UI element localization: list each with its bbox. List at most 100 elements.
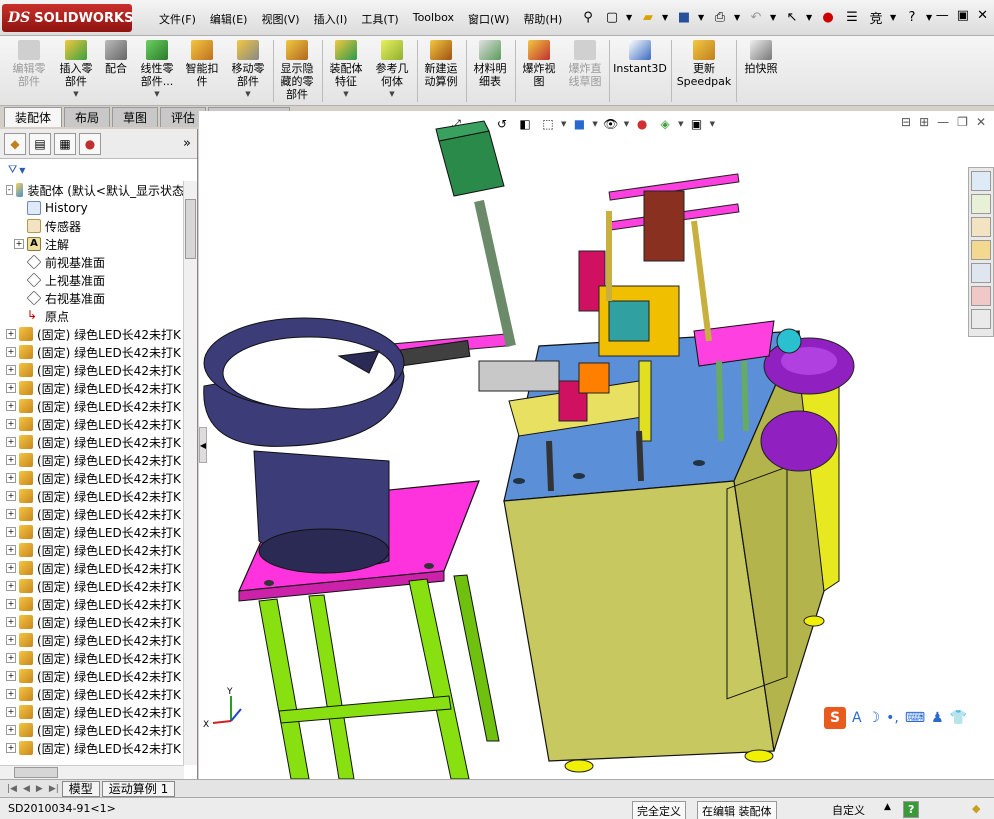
expand-icon[interactable]: +: [6, 509, 16, 519]
instant3d-button[interactable]: Instant3D: [612, 40, 668, 75]
ime-keyboard-icon[interactable]: ⌨: [905, 710, 925, 726]
tab-sketch[interactable]: 草图: [112, 107, 159, 127]
tab-layout[interactable]: 布局: [64, 107, 111, 127]
restore-icon[interactable]: ▣: [957, 8, 969, 23]
sogou-logo-icon[interactable]: S: [824, 707, 846, 729]
tree-item-part[interactable]: + (固定) 绿色LED长42未打K: [0, 523, 184, 541]
chevron-down-icon[interactable]: ▼: [698, 13, 706, 22]
chevron-down-icon[interactable]: ▼: [770, 13, 778, 22]
expand-icon[interactable]: +: [6, 437, 16, 447]
last-tab-icon[interactable]: ▶|: [46, 784, 62, 794]
next-tab-icon[interactable]: ▶: [33, 784, 46, 794]
tree-item-part[interactable]: + (固定) 绿色LED长42未打K: [0, 541, 184, 559]
tree-item-part[interactable]: + (固定) 绿色LED长42未打K: [0, 415, 184, 433]
expand-icon[interactable]: +: [6, 401, 16, 411]
ime-punct-icon[interactable]: •,: [886, 710, 899, 726]
expand-icon[interactable]: +: [6, 473, 16, 483]
chevron-down-icon[interactable]: ▼: [626, 13, 634, 22]
filter-funnel-icon[interactable]: ⛛: [8, 163, 17, 177]
ime-mode-icon[interactable]: A: [852, 710, 862, 726]
tree-item-part[interactable]: + (固定) 绿色LED长42未打K: [0, 433, 184, 451]
expand-icon[interactable]: +: [6, 581, 16, 591]
tree-item-part[interactable]: + (固定) 绿色LED长42未打K: [0, 649, 184, 667]
chevron-down-icon[interactable]: ▼: [343, 88, 348, 101]
ime-user-icon[interactable]: ♟: [931, 710, 944, 726]
tree-item-part[interactable]: + (固定) 绿色LED长42未打K: [0, 739, 184, 757]
assembly-features-button[interactable]: 装配体 特征 ▼: [324, 40, 368, 101]
chevron-up-icon[interactable]: ▲: [880, 801, 895, 813]
property-manager-tab-icon[interactable]: ▤: [29, 132, 51, 155]
chevron-down-icon[interactable]: ▼: [890, 13, 898, 22]
help-icon[interactable]: ?: [903, 801, 920, 818]
tree-item-sensors[interactable]: 传感器: [0, 217, 184, 235]
expand-icon[interactable]: +: [6, 707, 16, 717]
menu-insert[interactable]: 插入(I): [307, 11, 355, 27]
tree-item-top-plane[interactable]: 上视基准面: [0, 271, 184, 289]
tree-item-part[interactable]: + (固定) 绿色LED长42未打K: [0, 559, 184, 577]
expand-icon[interactable]: +: [6, 671, 16, 681]
menu-toolbox[interactable]: Toolbox: [406, 11, 461, 27]
configuration-manager-tab-icon[interactable]: ▦: [54, 132, 76, 155]
expand-icon[interactable]: +: [6, 365, 16, 375]
select-arrow-icon[interactable]: ↖: [782, 6, 802, 28]
print-icon[interactable]: ⎙: [710, 6, 730, 28]
move-component-button[interactable]: 移动零 部件 ▼: [226, 40, 270, 101]
tree-root-assembly[interactable]: - 装配体 (默认<默认_显示状态: [0, 181, 184, 199]
scrollbar-thumb[interactable]: [14, 767, 58, 778]
chevron-down-icon[interactable]: ▼: [806, 13, 814, 22]
expand-icon[interactable]: +: [6, 527, 16, 537]
chevron-down-icon[interactable]: ▼: [73, 88, 78, 101]
show-hidden-components-button[interactable]: 显示隐 藏的零 部件: [276, 40, 318, 101]
expand-icon[interactable]: +: [6, 419, 16, 429]
linear-pattern-button[interactable]: 线性零 部件... ▼: [134, 40, 180, 101]
appearances-icon[interactable]: [971, 286, 991, 306]
expand-icon[interactable]: +: [6, 725, 16, 735]
tree-item-front-plane[interactable]: 前视基准面: [0, 253, 184, 271]
update-speedpak-button[interactable]: 更新 Speedpak: [674, 40, 734, 88]
status-custom-units[interactable]: 自定义: [828, 801, 869, 819]
new-document-icon[interactable]: ▢: [602, 6, 622, 28]
feature-manager-tab-icon[interactable]: ◆: [4, 132, 26, 155]
menu-view[interactable]: 视图(V): [254, 11, 306, 27]
menu-file[interactable]: 文件(F): [152, 11, 203, 27]
tree-item-part[interactable]: + (固定) 绿色LED长42未打K: [0, 631, 184, 649]
file-explorer-icon[interactable]: [971, 240, 991, 260]
tree-item-annotations[interactable]: + A 注解: [0, 235, 184, 253]
chevron-down-icon[interactable]: ▼: [389, 88, 394, 101]
chevron-down-icon[interactable]: ▼: [926, 13, 934, 22]
assembly-3d-model[interactable]: Y X: [199, 111, 994, 779]
insert-component-button[interactable]: 插入零 部件 ▼: [54, 40, 98, 101]
chevron-down-icon[interactable]: ▼: [734, 13, 742, 22]
tree-horizontal-scrollbar[interactable]: [0, 765, 184, 779]
menu-window[interactable]: 窗口(W): [461, 11, 516, 27]
menu-edit[interactable]: 编辑(E): [203, 11, 255, 27]
expand-icon[interactable]: +: [6, 563, 16, 573]
design-library-icon[interactable]: [971, 217, 991, 237]
smart-fasteners-button[interactable]: 智能扣件: [182, 40, 222, 88]
scrollbar-thumb[interactable]: [185, 199, 196, 259]
menu-tools[interactable]: 工具(T): [354, 11, 405, 27]
tab-assembly[interactable]: 装配体: [4, 107, 63, 127]
graphics-area[interactable]: ◀ ⤢ ⌕ ↺ ◧ ⬚ ▼ ■ ▼ 👁 ▼ ● ◈ ▼ ▣ ▼ ⊟ ⊞ — ❐ …: [199, 111, 994, 779]
menu-help[interactable]: 帮助(H): [516, 11, 569, 27]
open-folder-icon[interactable]: ▰: [638, 6, 658, 28]
chevron-down-icon[interactable]: ▼: [154, 88, 159, 101]
help-icon[interactable]: ?: [902, 6, 922, 28]
tree-item-part[interactable]: + (固定) 绿色LED长42未打K: [0, 325, 184, 343]
ime-moon-icon[interactable]: ☽: [868, 710, 881, 726]
search-label[interactable]: 竞: [866, 6, 886, 28]
tree-item-part[interactable]: + (固定) 绿色LED长42未打K: [0, 343, 184, 361]
expand-icon[interactable]: +: [6, 617, 16, 627]
expand-icon[interactable]: +: [6, 491, 16, 501]
expand-icon[interactable]: +: [6, 635, 16, 645]
first-tab-icon[interactable]: |◀: [4, 784, 20, 794]
custom-properties-icon[interactable]: [971, 309, 991, 329]
rebuild-traffic-light-icon[interactable]: ●: [818, 6, 838, 28]
tree-vertical-scrollbar[interactable]: [183, 181, 197, 765]
tree-item-part[interactable]: + (固定) 绿色LED长42未打K: [0, 577, 184, 595]
bill-of-materials-button[interactable]: 材料明 细表: [468, 40, 512, 88]
tree-item-part[interactable]: + (固定) 绿色LED长42未打K: [0, 667, 184, 685]
expand-icon[interactable]: +: [6, 545, 16, 555]
tree-item-part[interactable]: + (固定) 绿色LED长42未打K: [0, 397, 184, 415]
mate-button[interactable]: 配合: [100, 40, 132, 75]
